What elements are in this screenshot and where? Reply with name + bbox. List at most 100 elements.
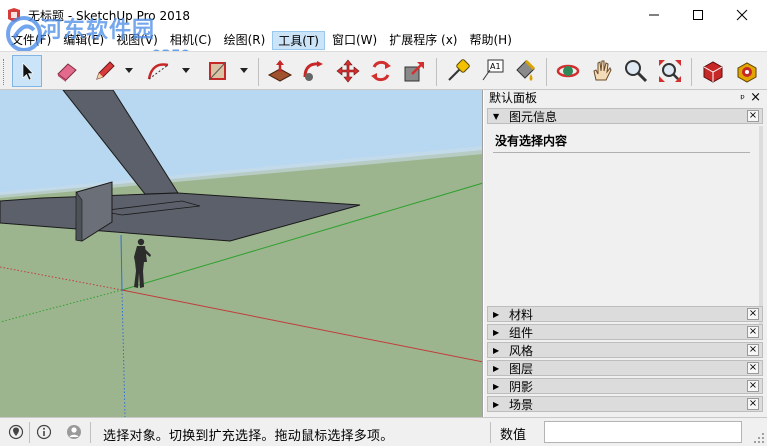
panel-entity-info[interactable]: ▼ 图元信息 × <box>487 108 763 124</box>
text-tool-button[interactable]: A1 <box>477 55 507 87</box>
menu-camera[interactable]: 相机(C) <box>165 31 217 50</box>
status-bar: 选择对象。切换到扩充选择。拖动鼠标选择多项。 数值 <box>0 417 767 446</box>
menu-extensions[interactable]: 扩展程序 (x) <box>384 31 462 50</box>
large-toolset-toolbar: A1 <box>0 51 767 90</box>
orbit-tool-button[interactable] <box>553 55 583 87</box>
status-separator <box>29 422 30 443</box>
eraser-tool-button[interactable] <box>52 55 82 87</box>
status-separator <box>90 422 91 443</box>
pencil-dropdown-icon[interactable] <box>124 66 134 74</box>
panel-close-icon[interactable]: × <box>747 110 759 122</box>
user-account-icon[interactable] <box>66 424 82 440</box>
panel-label: 材料 <box>509 307 534 322</box>
panel-close-icon[interactable]: × <box>747 398 759 410</box>
scale-tool-button[interactable] <box>400 55 430 87</box>
rectangle-dropdown-icon[interactable] <box>239 66 249 74</box>
arc-tool-button[interactable] <box>144 55 174 87</box>
pencil-icon <box>96 61 115 80</box>
zoom-icon <box>625 60 648 83</box>
expand-triangle-icon: ▶ <box>493 363 500 373</box>
pin-icon[interactable]: ᵖ <box>740 92 745 105</box>
maximize-icon <box>693 10 703 20</box>
geolocation-icon[interactable] <box>8 424 24 440</box>
drawing-viewport[interactable] <box>0 90 483 417</box>
info-icon[interactable] <box>36 424 52 440</box>
expand-triangle-icon: ▶ <box>493 381 500 391</box>
menu-tools[interactable]: 工具(T) <box>272 31 325 50</box>
menu-edit[interactable]: 编辑(E) <box>58 31 109 50</box>
pan-icon <box>593 60 612 81</box>
panel-close-icon[interactable]: × <box>747 380 759 392</box>
minimize-icon <box>649 14 659 16</box>
menu-draw[interactable]: 绘图(R) <box>219 31 271 50</box>
zoom-extents-tool-button[interactable] <box>655 55 685 87</box>
3d-warehouse-button[interactable] <box>698 55 728 87</box>
menu-view[interactable]: 视图(V) <box>111 31 163 50</box>
scale-icon <box>404 62 424 82</box>
panel-close-icon[interactable]: × <box>747 326 759 338</box>
rotate-tool-button[interactable] <box>366 55 396 87</box>
sketchup-app-icon[interactable] <box>6 7 22 23</box>
menu-window[interactable]: 窗口(W) <box>327 31 382 50</box>
move-icon <box>336 59 360 83</box>
status-separator <box>490 422 491 443</box>
tape-measure-icon <box>448 59 470 81</box>
pencil-tool-button[interactable] <box>90 55 120 87</box>
expand-triangle-icon: ▶ <box>493 309 500 319</box>
panel-scenes[interactable]: ▶ 场景 × <box>487 396 763 412</box>
pan-tool-button[interactable] <box>587 55 617 87</box>
panel-close-icon[interactable]: × <box>747 362 759 374</box>
close-window-button[interactable] <box>720 0 764 30</box>
tray-close-icon[interactable]: × <box>750 90 761 105</box>
paint-bucket-icon <box>516 59 536 81</box>
follow-me-icon <box>303 61 323 81</box>
tray-title: 默认面板 <box>484 90 767 108</box>
warehouse-icon <box>703 61 723 83</box>
panel-label: 阴影 <box>509 379 534 394</box>
close-icon <box>736 9 748 21</box>
menu-bar: 文件(F) 编辑(E) 视图(V) 相机(C) 绘图(R) 工具(T) 窗口(W… <box>0 30 767 51</box>
panel-styles[interactable]: ▶ 风格 × <box>487 342 763 358</box>
panel-label: 图层 <box>509 361 534 376</box>
toolbar-grip[interactable] <box>3 59 6 85</box>
push-pull-icon <box>267 60 293 82</box>
panel-close-icon[interactable]: × <box>747 344 759 356</box>
menu-help[interactable]: 帮助(H) <box>464 31 516 50</box>
menu-file[interactable]: 文件(F) <box>6 31 56 50</box>
divider <box>493 152 750 153</box>
text-icon: A1 <box>482 59 504 81</box>
move-tool-button[interactable] <box>333 55 363 87</box>
eraser-icon <box>57 63 77 82</box>
expand-triangle-icon: ▶ <box>493 327 500 337</box>
resize-grip-icon[interactable] <box>753 432 765 444</box>
panel-label: 图元信息 <box>509 109 558 124</box>
status-message: 选择对象。切换到扩充选择。拖动鼠标选择多项。 <box>103 429 394 444</box>
minimize-button[interactable] <box>632 0 676 30</box>
follow-me-tool-button[interactable] <box>299 55 329 87</box>
push-pull-tool-button[interactable] <box>265 55 295 87</box>
panel-components[interactable]: ▶ 组件 × <box>487 324 763 340</box>
expand-triangle-icon: ▶ <box>493 345 500 355</box>
toolbar-separator <box>546 58 547 86</box>
panel-shadows[interactable]: ▶ 阴影 × <box>487 378 763 394</box>
maximize-button[interactable] <box>676 0 720 30</box>
rectangle-tool-button[interactable] <box>203 55 233 87</box>
zoom-tool-button[interactable] <box>621 55 651 87</box>
arc-dropdown-icon[interactable] <box>181 66 191 74</box>
toolbar-separator <box>436 58 437 86</box>
tape-measure-tool-button[interactable] <box>443 55 473 87</box>
measurements-label: 数值 <box>500 428 527 443</box>
select-tool-button[interactable] <box>12 55 42 87</box>
title-bar: 无标题 - SketchUp Pro 2018 <box>0 0 767 30</box>
paint-bucket-tool-button[interactable] <box>510 55 540 87</box>
measurements-input[interactable] <box>544 421 742 443</box>
extension-warehouse-button[interactable] <box>732 55 762 87</box>
toolbar-separator <box>258 58 259 86</box>
panel-materials[interactable]: ▶ 材料 × <box>487 306 763 322</box>
rectangle-icon <box>209 62 226 80</box>
panel-close-icon[interactable]: × <box>747 308 759 320</box>
scene-canvas[interactable] <box>0 90 483 417</box>
text-tool-label: A1 <box>490 62 501 71</box>
panel-label: 场景 <box>509 397 534 412</box>
panel-layers[interactable]: ▶ 图层 × <box>487 360 763 376</box>
